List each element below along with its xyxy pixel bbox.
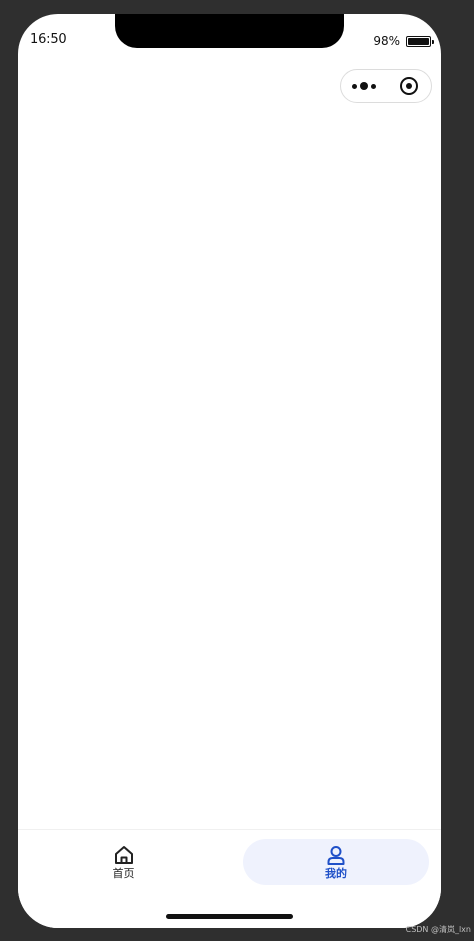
home-icon [114, 846, 133, 864]
tab-mine[interactable]: 我的 [243, 839, 429, 885]
home-indicator [166, 914, 293, 919]
more-dots-icon [351, 83, 357, 89]
phone-screen: 16:50 98% 首页 我的 [18, 14, 441, 928]
more-button[interactable] [341, 70, 386, 102]
target-close-icon-center [405, 83, 412, 89]
battery-indicator: 98% [373, 34, 434, 48]
mini-program-capsule [340, 69, 432, 103]
watermark: CSDN @清岚_lxn [405, 925, 471, 934]
tab-home[interactable]: 首页 [58, 839, 189, 885]
battery-percent: 98% [373, 34, 400, 48]
status-time: 16:50 [30, 32, 67, 47]
user-icon [327, 846, 345, 865]
more-dots-icon-right [370, 83, 376, 89]
more-dots-icon-center [359, 82, 368, 90]
close-button[interactable] [386, 70, 431, 102]
tab-mine-label: 我的 [325, 867, 347, 880]
notch [115, 14, 344, 48]
battery-fill [408, 37, 429, 45]
target-close-icon [399, 77, 418, 95]
tab-home-label: 首页 [112, 867, 135, 880]
battery-cap [432, 39, 434, 44]
battery-icon [406, 35, 434, 47]
